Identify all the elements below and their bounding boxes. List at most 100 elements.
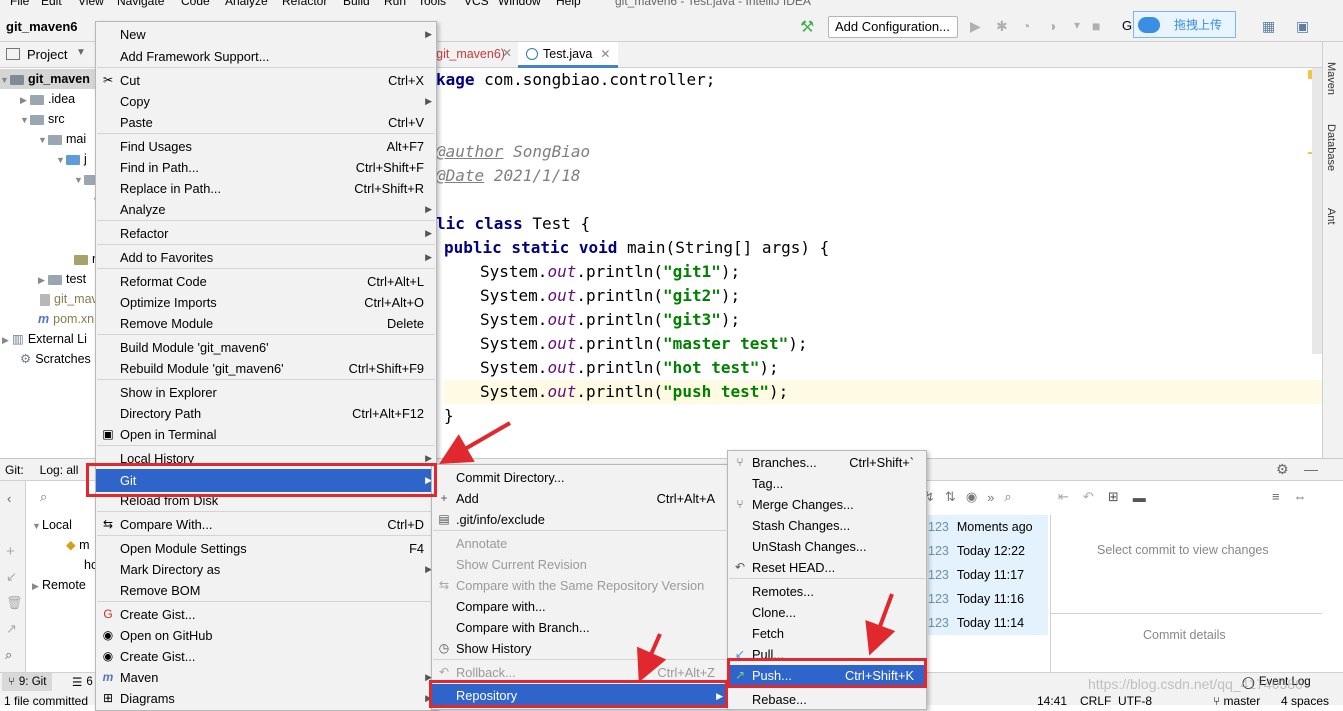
more-icon[interactable]: » — [987, 490, 994, 505]
sort-icon[interactable]: ⇅ — [945, 489, 956, 505]
close-icon[interactable]: ✕ — [600, 47, 610, 61]
ctx-item-diagrams[interactable]: ⊞ Diagrams ▶ — [96, 688, 436, 709]
layout-icon[interactable]: ▬ — [1133, 490, 1146, 505]
tab-test-java[interactable]: Test.java ✕ — [518, 42, 618, 68]
menu-window[interactable]: Window — [498, 0, 541, 8]
debug-icon[interactable]: ✱ — [996, 18, 1008, 35]
ctx-item-new[interactable]: New ▶ — [96, 24, 436, 45]
git-item-compare-with[interactable]: Compare with... — [432, 596, 727, 617]
git-item-show-current-revision[interactable]: Show Current Revision — [432, 554, 727, 575]
repo-item-merge-changes[interactable]: ⑂ Merge Changes... — [728, 494, 926, 515]
close-icon[interactable]: ✕ — [502, 46, 512, 60]
tab-todo[interactable]: ☰ 6 — [72, 673, 93, 691]
tree-test[interactable]: ▶ test — [38, 269, 86, 289]
repo-item-fetch[interactable]: Fetch — [728, 623, 926, 644]
git-update-label[interactable]: G — [1122, 18, 1132, 33]
ctx-item-reformat-code[interactable]: Reformat Code Ctrl+Alt+L — [96, 271, 436, 292]
ctx-item-rebuild-module-git-maven6[interactable]: Rebuild Module 'git_maven6' Ctrl+Shift+F9 — [96, 358, 436, 379]
ctx-item-analyze[interactable]: Analyze ▶ — [96, 199, 436, 220]
tree-pom[interactable]: m pom.xn — [38, 309, 94, 329]
tree-scratches[interactable]: ⚙ Scratches — [20, 349, 91, 369]
ctx-item-build-module-git-maven6[interactable]: Build Module 'git_maven6' — [96, 337, 436, 358]
eye-icon[interactable]: ◉ — [966, 489, 977, 505]
branch-master[interactable]: ◆ m — [66, 535, 90, 555]
repo-item-tag[interactable]: Tag... — [728, 473, 926, 494]
arrow-up-right-icon[interactable]: ↗ — [6, 621, 17, 637]
file-encoding[interactable]: UTF-8 — [1118, 694, 1152, 708]
menu-run[interactable]: Run — [384, 0, 406, 8]
git-branch-widget[interactable]: ⑂ master — [1213, 694, 1260, 708]
menu-navigate[interactable]: Navigate — [117, 0, 164, 8]
stop-icon[interactable]: ■ — [1092, 18, 1100, 34]
ctx-item-cut[interactable]: ✂ Cut Ctrl+X — [96, 70, 436, 91]
tree-main[interactable]: ▼ mai — [38, 129, 86, 149]
menu-help[interactable]: Help — [556, 0, 581, 8]
ctx-item-directory-path[interactable]: Directory Path Ctrl+Alt+F12 — [96, 403, 436, 424]
ctx-item-open-module-settings[interactable]: Open Module Settings F4 — [96, 538, 436, 559]
project-panel-label[interactable]: Project — [27, 47, 67, 62]
run-icon[interactable]: ▶ — [970, 18, 981, 35]
tool-database[interactable]: Database — [1325, 124, 1337, 171]
tree-external-libraries[interactable]: ▶ ▥ External Li — [2, 329, 87, 349]
ctx-item-find-in-path[interactable]: Find in Path... Ctrl+Shift+F — [96, 157, 436, 178]
menu-build[interactable]: Build — [343, 0, 370, 8]
repo-item-rebase[interactable]: Rebase... — [728, 689, 926, 710]
add-configuration-button[interactable]: Add Configuration... — [828, 16, 958, 38]
plus-icon[interactable]: + — [6, 543, 15, 560]
search-icon[interactable]: ⌕ — [5, 647, 12, 663]
branch-remote[interactable]: ▶ Remote — [32, 575, 86, 595]
tab-module[interactable]: (git_maven6) — [432, 47, 505, 61]
tree-root[interactable]: ▼ git_maven — [0, 69, 100, 89]
ctx-item-create-gist[interactable]: G Create Gist... — [96, 604, 436, 625]
layout-icon[interactable]: ▣ — [1296, 18, 1309, 35]
menu-analyze[interactable]: Analyze — [225, 0, 268, 8]
git-item-compare-with-the-same-repository-version[interactable]: ⇆ Compare with the Same Repository Versio… — [432, 575, 727, 596]
ctx-item-remove-bom[interactable]: Remove BOM — [96, 580, 436, 601]
git-item-add[interactable]: + Add Ctrl+Alt+A — [432, 488, 727, 509]
tool-ant[interactable]: Ant — [1325, 208, 1337, 225]
log-row[interactable]: 123 Today 11:17 — [928, 563, 1048, 587]
indent-widget[interactable]: 4 spaces — [1281, 694, 1329, 708]
menu-file[interactable]: File — [10, 0, 29, 8]
minimize-icon[interactable]: — — [1304, 461, 1318, 477]
chevron-down-icon[interactable]: ▼ — [76, 47, 86, 58]
search-icon[interactable]: ⌕ — [40, 489, 47, 505]
cherry-pick-icon[interactable]: ⇤ — [1058, 489, 1069, 505]
ctx-item-show-in-explorer[interactable]: Show in Explorer — [96, 382, 436, 403]
repo-item-unstash-changes[interactable]: UnStash Changes... — [728, 536, 926, 557]
ctx-item-open-in-terminal[interactable]: ▣ Open in Terminal — [96, 424, 436, 445]
chevron-down-icon[interactable]: ▾ — [1074, 18, 1080, 32]
tab-git-tool[interactable]: ⑂ 9: Git — [2, 673, 53, 691]
ctx-item-replace-in-path[interactable]: Replace in Path... Ctrl+Shift+R — [96, 178, 436, 199]
arrow-down-left-icon[interactable]: ↙ — [6, 569, 17, 585]
git-item-annotate[interactable]: Annotate — [432, 533, 727, 554]
project-structure-icon[interactable]: ▦ — [1262, 18, 1275, 35]
git-item-commit-directory[interactable]: Commit Directory... — [432, 467, 727, 488]
ctx-item-maven[interactable]: m Maven ▶ — [96, 667, 436, 688]
repo-item-stash-changes[interactable]: Stash Changes... — [728, 515, 926, 536]
log-row[interactable]: 123 Moments ago — [928, 515, 1048, 539]
log-row[interactable]: 123 Today 11:14 — [928, 611, 1048, 635]
ctx-item-paste[interactable]: Paste Ctrl+V — [96, 112, 436, 133]
tool-maven[interactable]: Maven — [1325, 62, 1337, 95]
ctx-item-add-to-favorites[interactable]: Add to Favorites ▶ — [96, 247, 436, 268]
delete-icon[interactable]: 🗑 — [6, 595, 23, 611]
revert-icon[interactable]: ↶ — [1083, 489, 1094, 505]
code-editor[interactable]: kage com.songbiao.controller; @author So… — [430, 68, 1323, 458]
expand-icon[interactable]: ≡ — [1272, 489, 1280, 504]
repo-item-branches[interactable]: ⑂ Branches... Ctrl+Shift+` — [728, 452, 926, 473]
repo-item-reset-head[interactable]: ↶ Reset HEAD... — [728, 557, 926, 578]
ctx-item-find-usages[interactable]: Find Usages Alt+F7 — [96, 136, 436, 157]
ctx-item-refactor[interactable]: Refactor ▶ — [96, 223, 436, 244]
tree-java[interactable]: ▼ j — [56, 149, 87, 169]
branch-local[interactable]: ▼Local — [32, 515, 72, 535]
git-item-show-history[interactable]: ◷ Show History — [432, 638, 727, 659]
menu-tools[interactable]: Tools — [418, 0, 446, 8]
git-item-git-info-exclude[interactable]: ▤ .git/info/exclude — [432, 509, 727, 530]
menu-code[interactable]: Code — [181, 0, 210, 8]
ctx-item-remove-module[interactable]: Remove Module Delete — [96, 313, 436, 334]
log-row[interactable]: 123 Today 11:16 — [928, 587, 1048, 611]
editor-scrollbar[interactable] — [1312, 68, 1322, 354]
git-item-compare-with-branch[interactable]: Compare with Branch... — [432, 617, 727, 638]
menu-edit[interactable]: Edit — [41, 0, 62, 8]
